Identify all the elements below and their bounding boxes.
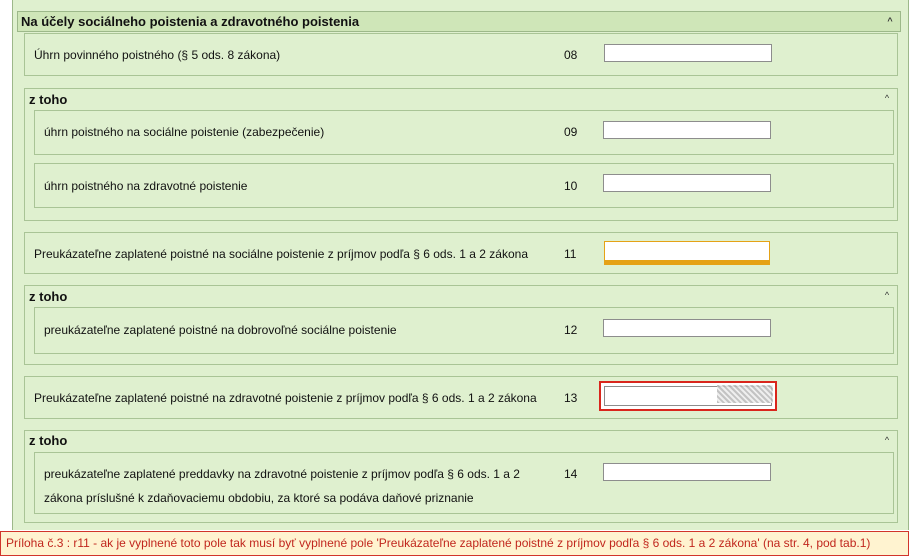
subgroup-2-title: z toho (29, 289, 68, 304)
row-08-box: Úhrn povinného poistného (§ 5 ods. 8 zák… (24, 33, 898, 76)
row-08-number: 08 (564, 48, 578, 62)
row-13-box: Preukázateľne zaplatené poistné na zdrav… (24, 376, 898, 419)
row-08-input[interactable] (604, 44, 772, 62)
row-09-box: úhrn poistného na sociálne poistenie (za… (34, 110, 894, 155)
row-09-label: úhrn poistného na sociálne poistenie (za… (44, 125, 325, 139)
row-09-number: 09 (564, 125, 578, 139)
row-11-box: Preukázateľne zaplatené poistné na sociá… (24, 232, 898, 274)
subgroup-3-title: z toho (29, 433, 68, 448)
row-11-number: 11 (564, 247, 577, 261)
row-12-input[interactable] (603, 319, 771, 337)
row-12-box: preukázateľne zaplatené poistné na dobro… (34, 307, 894, 354)
row-11-input[interactable] (604, 241, 770, 265)
collapse-icon[interactable]: ^ (881, 431, 893, 450)
row-10-number: 10 (564, 179, 578, 193)
row-14-input[interactable] (603, 463, 771, 481)
section-title: Na účely sociálneho poistenia a zdravotn… (21, 14, 360, 29)
row-13-number: 13 (564, 391, 578, 405)
row-11-label: Preukázateľne zaplatené poistné na sociá… (34, 247, 528, 261)
row-10-input[interactable] (603, 174, 771, 192)
row-14-label-line1: preukázateľne zaplatené preddavky na zdr… (44, 467, 520, 481)
row-14-label-line2: zákona príslušné k zdaňovaciemu obdobiu,… (44, 491, 474, 505)
row-14-box: preukázateľne zaplatené preddavky na zdr… (34, 452, 894, 514)
subgroup-1-title: z toho (29, 92, 68, 107)
row-10-label: úhrn poistného na zdravotné poistenie (44, 179, 248, 193)
row-12-label: preukázateľne zaplatené poistné na dobro… (44, 323, 397, 337)
row-10-box: úhrn poistného na zdravotné poistenie 10 (34, 163, 894, 208)
row-12-number: 12 (564, 323, 578, 337)
collapse-icon[interactable]: ^ (881, 89, 893, 108)
row-08-label: Úhrn povinného poistného (§ 5 ods. 8 zák… (34, 48, 281, 62)
row-13-error-frame (599, 381, 777, 411)
row-09-input[interactable] (603, 121, 771, 139)
row-13-label: Preukázateľne zaplatené poistné na zdrav… (34, 391, 537, 405)
captcha-noise-image (717, 385, 773, 403)
validation-message[interactable]: Príloha č.3 : r11 - ak je vyplnené toto … (0, 531, 909, 556)
row-14-number: 14 (564, 467, 578, 481)
section-header[interactable]: Na účely sociálneho poistenia a zdravotn… (17, 11, 901, 32)
collapse-icon[interactable]: ^ (881, 286, 893, 305)
collapse-icon[interactable]: ^ (884, 12, 896, 31)
